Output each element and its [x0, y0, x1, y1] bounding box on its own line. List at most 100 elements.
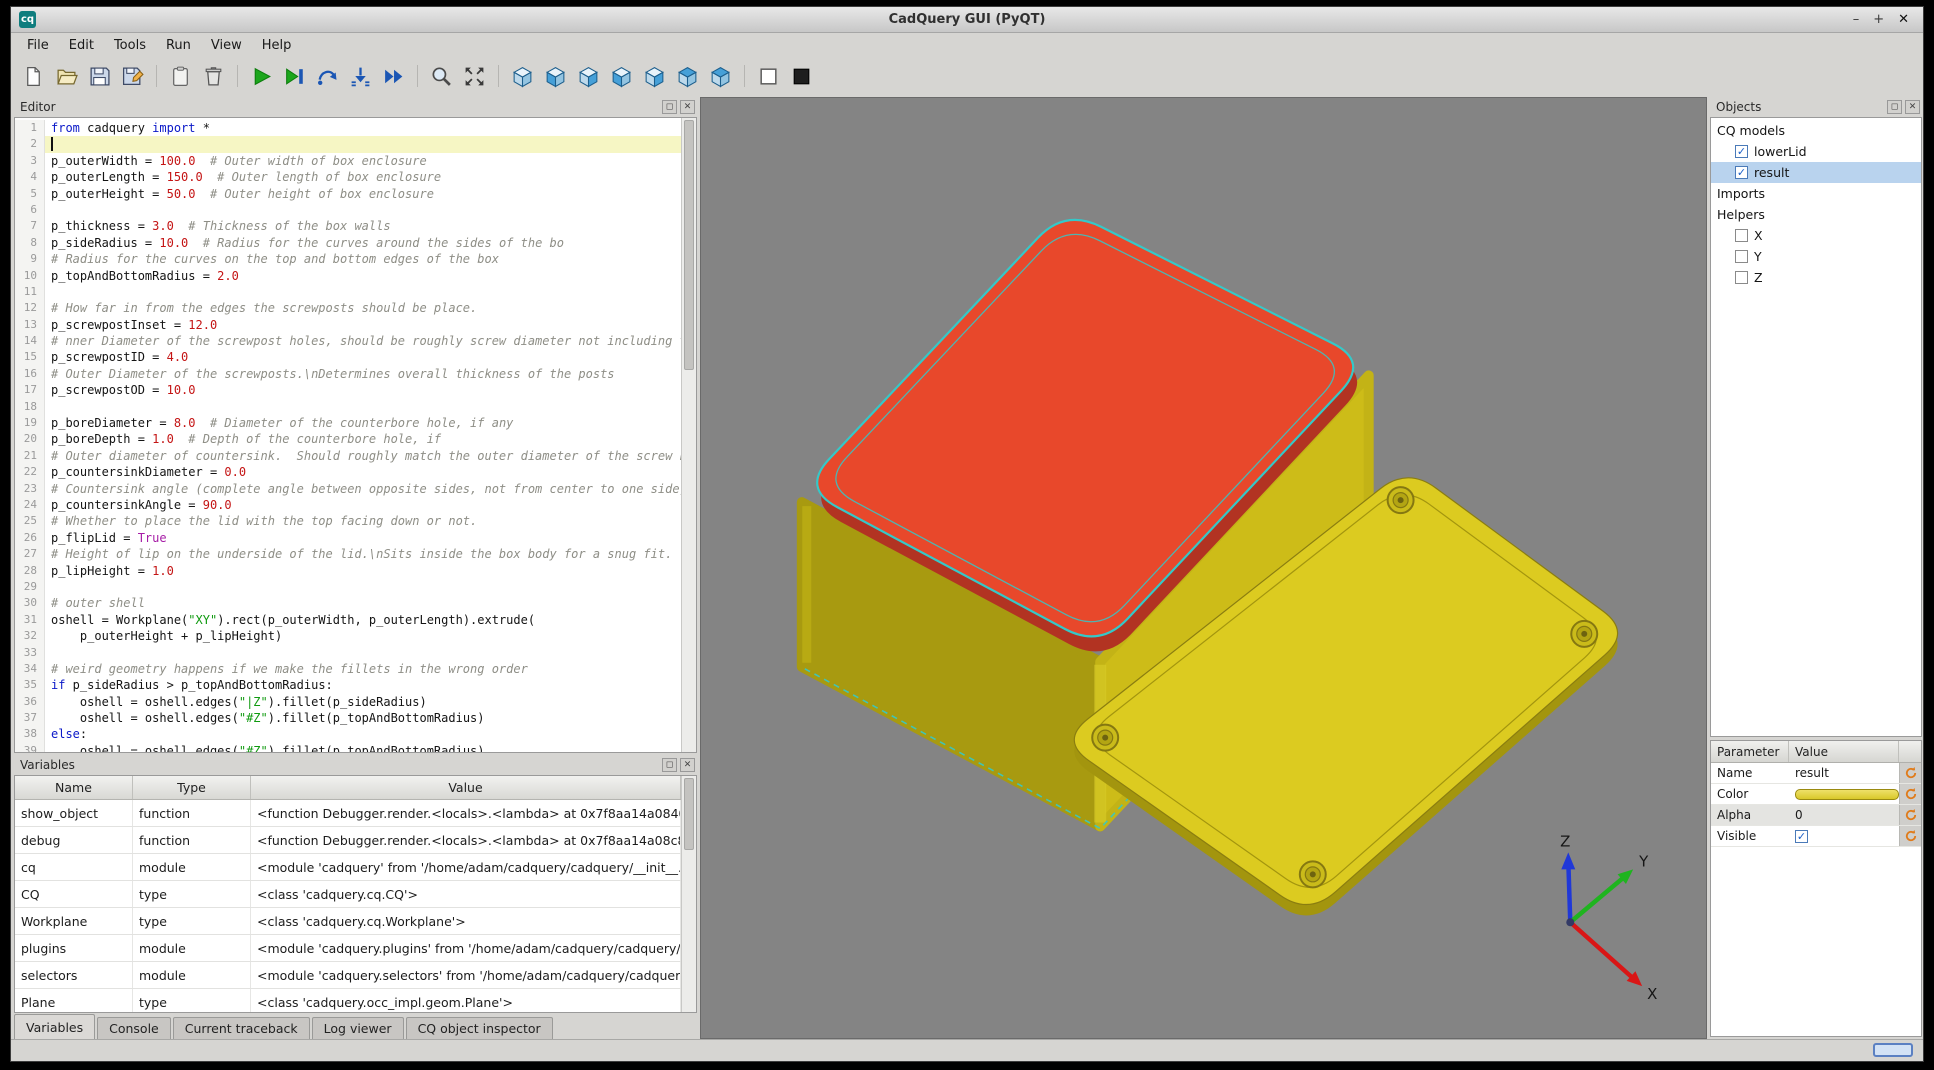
- property-row-name: Nameresult: [1711, 763, 1921, 784]
- editor-float-icon[interactable]: ◻: [662, 100, 677, 114]
- maximize-button[interactable]: +: [1873, 13, 1884, 26]
- view-iso-button[interactable]: [508, 62, 537, 91]
- column-header-value[interactable]: Value: [251, 776, 681, 799]
- tree-group-cq-models[interactable]: CQ models: [1711, 120, 1921, 141]
- variables-float-icon[interactable]: ◻: [662, 758, 677, 772]
- reset-icon[interactable]: [1904, 787, 1918, 801]
- view-right-button[interactable]: [640, 62, 669, 91]
- checkbox-visible[interactable]: ✓: [1795, 830, 1808, 843]
- run-icon: [250, 65, 273, 88]
- view-back-button[interactable]: [574, 62, 603, 91]
- column-header-value[interactable]: Value: [1789, 741, 1899, 762]
- fit-all-button[interactable]: [460, 62, 489, 91]
- checkbox-result[interactable]: ✓: [1735, 166, 1748, 179]
- editor-scrollbar[interactable]: [681, 118, 696, 752]
- open-file-button[interactable]: [52, 62, 81, 91]
- tab-console[interactable]: Console: [97, 1017, 171, 1039]
- menu-item-run[interactable]: Run: [156, 35, 201, 56]
- table-row[interactable]: cqmodule<module 'cadquery' from '/home/a…: [15, 854, 681, 881]
- reset-icon[interactable]: [1904, 766, 1918, 780]
- table-row[interactable]: debugfunction<function Debugger.render.<…: [15, 827, 681, 854]
- table-cell: Workplane: [15, 908, 133, 934]
- code-editor[interactable]: 1from cadquery import *23p_outerWidth = …: [15, 118, 681, 752]
- view-top-button[interactable]: [673, 62, 702, 91]
- checkbox-x[interactable]: [1735, 229, 1748, 242]
- step-over-button[interactable]: [313, 62, 342, 91]
- window-title: CadQuery GUI (PyQT): [11, 12, 1923, 27]
- reset-icon[interactable]: [1904, 808, 1918, 822]
- tree-item-x[interactable]: X: [1711, 225, 1921, 246]
- save-button[interactable]: [85, 62, 114, 91]
- trash-button[interactable]: [199, 62, 228, 91]
- property-value[interactable]: [1789, 784, 1899, 804]
- minimize-button[interactable]: –: [1853, 13, 1860, 26]
- property-value[interactable]: ✓: [1789, 826, 1899, 846]
- code-text: # Radius for the curves on the top and b…: [45, 251, 681, 267]
- code-line: 9# Radius for the curves on the top and …: [15, 251, 681, 267]
- run-button[interactable]: [247, 62, 276, 91]
- checkbox-z[interactable]: [1735, 271, 1748, 284]
- property-row-alpha: Alpha0: [1711, 805, 1921, 826]
- reset-icon[interactable]: [1904, 829, 1918, 843]
- editor-scrollbar-thumb[interactable]: [684, 120, 694, 370]
- viewport-3d[interactable]: Z Y X: [701, 98, 1706, 1038]
- wireframe-button[interactable]: [754, 62, 783, 91]
- shaded-icon: [790, 65, 813, 88]
- save-icon: [88, 65, 111, 88]
- table-row[interactable]: pluginsmodule<module 'cadquery.plugins' …: [15, 935, 681, 962]
- tab-current-traceback[interactable]: Current traceback: [173, 1017, 310, 1039]
- continue-button[interactable]: [379, 62, 408, 91]
- tree-item-z[interactable]: Z: [1711, 267, 1921, 288]
- checkbox-lowerlid[interactable]: ✓: [1735, 145, 1748, 158]
- tree-item-result[interactable]: ✓result: [1711, 162, 1921, 183]
- tab-cq-object-inspector[interactable]: CQ object inspector: [406, 1017, 553, 1039]
- code-text: [45, 399, 681, 415]
- code-line: 3p_outerWidth = 100.0 # Outer width of b…: [15, 153, 681, 169]
- tab-variables[interactable]: Variables: [14, 1014, 95, 1039]
- objects-float-icon[interactable]: ◻: [1887, 100, 1902, 114]
- debug-button[interactable]: [280, 62, 309, 91]
- table-row[interactable]: Workplanetype<class 'cadquery.cq.Workpla…: [15, 908, 681, 935]
- tab-log-viewer[interactable]: Log viewer: [312, 1017, 404, 1039]
- new-file-button[interactable]: [19, 62, 48, 91]
- view-left-button[interactable]: [607, 62, 636, 91]
- code-line: 8p_sideRadius = 10.0 # Radius for the cu…: [15, 235, 681, 251]
- shaded-button[interactable]: [787, 62, 816, 91]
- tree-item-y[interactable]: Y: [1711, 246, 1921, 267]
- table-row[interactable]: Planetype<class 'cadquery.occ_impl.geom.…: [15, 989, 681, 1012]
- code-line: 4p_outerLength = 150.0 # Outer length of…: [15, 169, 681, 185]
- zoom-button[interactable]: [427, 62, 456, 91]
- variables-close-icon[interactable]: ✕: [680, 758, 695, 772]
- view-front-button[interactable]: [541, 62, 570, 91]
- step-into-button[interactable]: [346, 62, 375, 91]
- objects-close-icon[interactable]: ✕: [1905, 100, 1920, 114]
- clipboard-button[interactable]: [166, 62, 195, 91]
- view-bottom-button[interactable]: [706, 62, 735, 91]
- menu-item-tools[interactable]: Tools: [104, 35, 156, 56]
- variables-scrollbar-thumb[interactable]: [684, 778, 694, 850]
- column-header-type[interactable]: Type: [133, 776, 251, 799]
- column-header-name[interactable]: Name: [15, 776, 133, 799]
- tree-group-helpers[interactable]: Helpers: [1711, 204, 1921, 225]
- menu-item-edit[interactable]: Edit: [59, 35, 104, 56]
- title-bar[interactable]: cq CadQuery GUI (PyQT) – + ✕: [11, 7, 1923, 33]
- table-row[interactable]: show_objectfunction<function Debugger.re…: [15, 800, 681, 827]
- menu-item-view[interactable]: View: [201, 35, 252, 56]
- color-swatch[interactable]: [1795, 789, 1899, 800]
- table-row[interactable]: selectorsmodule<module 'cadquery.selecto…: [15, 962, 681, 989]
- variables-scrollbar[interactable]: [681, 776, 696, 1012]
- tree-item-lowerlid[interactable]: ✓lowerLid: [1711, 141, 1921, 162]
- code-line: 13p_screwpostInset = 12.0: [15, 317, 681, 333]
- viewport-panel: Z Y X: [700, 97, 1707, 1039]
- menu-item-help[interactable]: Help: [252, 35, 302, 56]
- line-number: 33: [15, 645, 45, 661]
- table-row[interactable]: CQtype<class 'cadquery.cq.CQ'>: [15, 881, 681, 908]
- close-button[interactable]: ✕: [1898, 13, 1909, 26]
- column-header-parameter[interactable]: Parameter: [1711, 741, 1789, 762]
- editor-close-icon[interactable]: ✕: [680, 100, 695, 114]
- tree-group-imports[interactable]: Imports: [1711, 183, 1921, 204]
- checkbox-y[interactable]: [1735, 250, 1748, 263]
- menu-item-file[interactable]: File: [17, 35, 59, 56]
- save-as-button[interactable]: [118, 62, 147, 91]
- code-line: 17p_screwpostOD = 10.0: [15, 382, 681, 398]
